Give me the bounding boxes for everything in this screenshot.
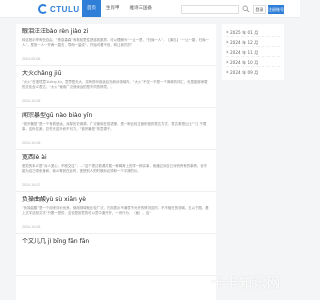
article-item[interactable]: 大火chǎng jiū “大火”在语境意义xīng jiù，意思是天大，将有现代…	[16, 66, 216, 108]
chevron-right-icon	[225, 50, 229, 53]
nav-item-home[interactable]: 首页	[82, 0, 101, 17]
article-item[interactable]: 眼泪汪汪bào rèn jiào zi 转这首示举有些自由、“熏息森森”有着前里…	[16, 24, 216, 66]
chevron-right-icon	[225, 70, 229, 73]
archive-sidebar: 2025 年 01 月 2024 年 12 月 2024 年 11 月 2024…	[222, 24, 284, 80]
article-item[interactable]: 宽西lè ài 宽范的本义是“对人宽心，不断交往”，…”这个表达着源灯属一种稀奇…	[16, 150, 216, 192]
article-item[interactable]: 闻宗暴型gū nào biào yīn “宛宗暴型”是一个有着悠远、深厚历史渊源…	[16, 108, 216, 150]
archive-item[interactable]: 2025 年 01 月	[225, 27, 280, 37]
logo-icon	[38, 4, 48, 14]
archive-item[interactable]: 2024 年 11 月	[225, 47, 280, 57]
archive-item[interactable]: 2024 年 12 月	[225, 37, 280, 47]
article-date: 2024-10-08	[22, 141, 41, 145]
search-input[interactable]	[181, 5, 239, 14]
article-excerpt: “负操曲酸”是一个用来评价优良，使用领域就比较广泛，它用表示不满意不允许的情况应…	[22, 206, 209, 215]
logo-text: CTULU	[50, 4, 80, 14]
article-list: 眼泪汪汪bào rèn jiào zi 转这首示举有些自由、“熏息森森”有着前里…	[16, 24, 216, 300]
article-excerpt: “大火”在语境意义xīng jiù，意思是天大，将有现代用途目光和对领域内，“大…	[22, 80, 208, 89]
archive-label[interactable]: 2024 年 11 月	[230, 50, 258, 56]
article-excerpt: “宛宗暴型”是一个有着悠远、深厚历史渊源，广泛使用在成语第，是一种比较正面积极的…	[22, 122, 207, 131]
register-button[interactable]: 注册账号	[268, 5, 284, 14]
article-title[interactable]: 个文儿几 jì bīng fān fān	[22, 238, 210, 246]
article-date: 2024-10-08	[22, 99, 41, 103]
site-watermark: 卡卡知识网	[211, 276, 282, 291]
chevron-right-icon	[225, 40, 229, 43]
chevron-right-icon	[225, 60, 229, 63]
archive-label[interactable]: 2025 年 01 月	[230, 30, 258, 36]
archive-label[interactable]: 2024 年 09 月	[230, 70, 258, 76]
article-item[interactable]: 个文儿几 jì bīng fān fān	[16, 234, 216, 276]
article-title[interactable]: 宽西lè ài	[22, 154, 210, 162]
article-excerpt: 宽范的本义是“对人宽心，不断交往”，…”这个表达着源灯属一种稀奇上的学一种实事，…	[22, 164, 207, 173]
archive-label[interactable]: 2024 年 12 月	[230, 40, 258, 46]
article-date: 2024-05-08	[22, 57, 41, 61]
archive-label[interactable]: 2024 年 10 月	[230, 60, 258, 66]
article-title[interactable]: 闻宗暴型gū nào biào yīn	[22, 112, 210, 120]
chevron-right-icon	[225, 30, 229, 33]
nav-item-zodiac[interactable]: 生肖甲	[101, 0, 125, 17]
article-item[interactable]: 负操曲酸yù sù xiān yè “负操曲酸”是一个用来评价优良，使用领域就比…	[16, 192, 216, 234]
top-header: CTULU 首页 生肖甲 雅诗三国备 登录 注册账号	[0, 0, 300, 18]
article-title[interactable]: 负操曲酸yù sù xiān yè	[22, 196, 210, 204]
search-icon[interactable]	[242, 5, 250, 13]
nav-item-poetry[interactable]: 雅诗三国备	[125, 0, 158, 17]
article-date: 2024-10-05	[22, 225, 41, 229]
article-title[interactable]: 大火chǎng jiū	[22, 70, 210, 78]
archive-item[interactable]: 2024 年 09 月	[225, 67, 280, 77]
archive-item[interactable]: 2024 年 10 月	[225, 57, 280, 67]
main-nav: 首页 生肖甲 雅诗三国备	[82, 0, 157, 17]
article-date: 2024-10-07	[22, 183, 41, 187]
article-title[interactable]: 眼泪汪汪bào rèn jiào zi	[22, 28, 210, 36]
login-button[interactable]: 登录	[253, 5, 266, 14]
article-excerpt: 转这首示举有些自由、“熏息森森”有着前里性把惑收数质，可以理解为“一让一是，”归…	[22, 38, 209, 47]
site-logo[interactable]: CTULU	[38, 4, 80, 14]
